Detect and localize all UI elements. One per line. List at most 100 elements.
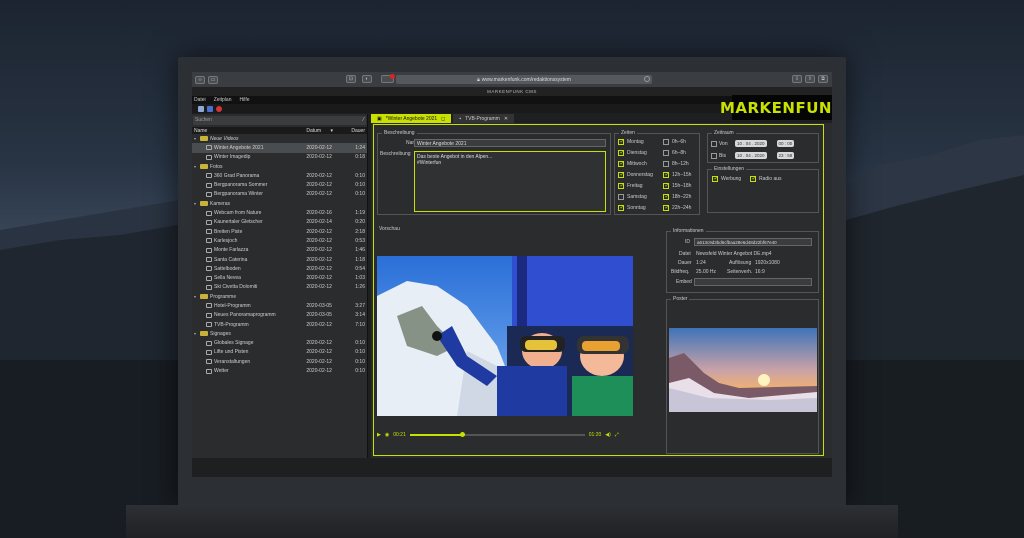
media-row[interactable]: Winter Angebote 2021 2020-02-12 1:24 — [192, 143, 367, 153]
address-bar[interactable]: 🔒︎ www.markenfunk.com/redaktionssystem — [396, 75, 652, 84]
media-row[interactable]: Ski Civetta Dolomiti 2020-02-12 1:26 — [192, 283, 367, 292]
media-row[interactable]: Bergpanorama Sommer 2020-02-12 0:10 — [192, 180, 367, 189]
folder-row[interactable]: ▾ Programme — [192, 292, 367, 301]
radio-off-checkbox[interactable]: Radio aus — [750, 175, 782, 182]
tab-tvb-programm[interactable]: ▪ TVB-Programm ✕ — [453, 114, 515, 123]
ads-checkbox[interactable]: Werbung — [712, 175, 741, 182]
tab-winter-angebote[interactable]: ▣ *Winter Angebote 2021 ◻ — [371, 114, 452, 123]
slot-checkbox[interactable]: 12h–15h — [663, 171, 691, 178]
day-checkbox[interactable]: Donnerstag — [618, 171, 653, 178]
fullscreen-icon[interactable]: ⤢ — [615, 432, 619, 438]
expand-icon[interactable]: ▾ — [194, 201, 198, 206]
day-checkbox[interactable]: Montag — [618, 138, 644, 145]
menu-help[interactable]: Hilfe — [239, 97, 249, 103]
clear-search-icon[interactable]: ⁄ — [363, 116, 364, 125]
to-time-field[interactable]: 23 : 59 — [776, 152, 795, 159]
media-row[interactable]: Santa Caterina 2020-02-12 1:18 — [192, 255, 367, 264]
back-forward-icon[interactable]: ‹› — [195, 75, 205, 84]
day-checkbox[interactable]: Dienstag — [618, 149, 647, 156]
save-icon[interactable] — [198, 105, 204, 112]
media-row[interactable]: Kaunertaler Gletscher 2020-02-14 0:20 — [192, 218, 367, 227]
id-label: ID — [685, 239, 690, 245]
share-icon[interactable]: ⊡ — [346, 75, 356, 83]
close-icon[interactable]: ✕ — [504, 116, 508, 122]
search-input[interactable]: Suchen ⁄ — [193, 116, 366, 125]
media-row[interactable]: Lifte und Pisten 2020-02-12 0:10 — [192, 348, 367, 357]
row-date: 2020-02-12 — [306, 228, 332, 235]
description-textarea[interactable]: Das beste Angebot in den Alpen... #Winte… — [414, 151, 606, 212]
day-checkbox[interactable]: Freitag — [618, 182, 643, 189]
row-label: Winter Imagedip — [214, 154, 251, 161]
from-checkbox[interactable] — [711, 140, 717, 147]
play-icon[interactable]: ▶ — [377, 432, 381, 438]
media-row[interactable]: Globales Signage 2020-02-12 0:10 — [192, 339, 367, 348]
media-row[interactable]: Winter Imagedip 2020-02-12 0:18 — [192, 153, 367, 162]
day-checkbox[interactable]: Sonntag — [618, 204, 646, 211]
day-checkbox[interactable]: Samstag — [618, 194, 647, 200]
download-icon[interactable]: ⇩ — [792, 75, 802, 83]
expand-icon[interactable]: ▾ — [194, 164, 198, 169]
record-icon[interactable] — [216, 105, 222, 112]
poster-image[interactable] — [669, 328, 817, 412]
expand-icon[interactable]: ▾ — [194, 294, 198, 299]
slot-checkbox[interactable]: 0h–6h — [663, 139, 686, 145]
column-name[interactable]: Name — [192, 128, 306, 134]
media-row[interactable]: Bergpanorama Winter 2020-02-12 0:10 — [192, 190, 367, 199]
monitor-base — [126, 505, 898, 538]
expand-icon[interactable]: ▾ — [194, 136, 198, 141]
media-row[interactable]: Hotel-Programm 2020-03-05 3:27 — [192, 301, 367, 310]
media-row[interactable]: Karlesjoch 2020-02-12 0:53 — [192, 236, 367, 245]
video-preview[interactable] — [377, 256, 633, 416]
upload-icon[interactable]: ⇧ — [805, 75, 815, 83]
open-icon[interactable] — [207, 105, 213, 112]
media-row[interactable]: Breiten Piste 2020-02-12 2:18 — [192, 227, 367, 236]
column-date[interactable]: Datum ▾ — [306, 128, 346, 134]
media-row[interactable]: TVB-Programm 2020-02-12 7:10 — [192, 320, 367, 329]
slot-checkbox[interactable]: 8h–12h — [663, 161, 689, 167]
media-row[interactable]: Monte Farlazza 2020-02-12 1:46 — [192, 246, 367, 255]
media-row[interactable]: Wetter 2020-02-12 0:10 — [192, 366, 367, 375]
folder-row[interactable]: ▾ Signages — [192, 329, 367, 338]
row-label: Webcam from Nature — [214, 210, 262, 217]
tabs-overview-icon[interactable]: ⧉ — [818, 75, 828, 83]
row-duration: 0:10 — [355, 191, 365, 198]
folder-row[interactable]: ▾ Neue Videos — [192, 134, 367, 143]
media-row[interactable]: 360 Grad Panorama 2020-02-12 0:10 — [192, 171, 367, 180]
fps-value: 25.00 Hz — [696, 269, 717, 275]
media-row[interactable]: Sella Nevea 2020-02-12 1:03 — [192, 273, 367, 282]
row-date: 2020-02-12 — [306, 349, 332, 356]
day-checkbox[interactable]: Mittwoch — [618, 160, 647, 167]
expand-icon[interactable]: ▾ — [194, 331, 198, 336]
folder-row[interactable]: ▾ Fotos — [192, 162, 367, 171]
media-row[interactable]: Sattelboden 2020-02-12 0:54 — [192, 264, 367, 273]
slot-checkbox[interactable]: 18h–22h — [663, 193, 691, 200]
menu-schedule[interactable]: Zeitplan — [214, 97, 232, 103]
tab-pin-icon[interactable]: ◻ — [441, 116, 445, 122]
volume-icon[interactable]: ◀) — [605, 432, 611, 438]
reload-icon[interactable] — [644, 76, 650, 82]
folder-row[interactable]: ▾ Kameras — [192, 199, 367, 208]
slot-checkbox[interactable]: 22h–24h — [663, 204, 691, 211]
name-field[interactable]: Winter Angebote 2021 — [414, 139, 606, 147]
from-date-field[interactable]: 10 . 04 . 2020 — [735, 140, 767, 147]
description-group: Beschreibung Name Winter Angebote 2021 B… — [377, 130, 611, 215]
seek-handle[interactable] — [460, 432, 466, 437]
loop-icon[interactable]: ◉ — [385, 432, 389, 438]
slot-checkbox[interactable]: 15h–18h — [663, 182, 691, 189]
to-date-field[interactable]: 10 . 04 . 2020 — [735, 152, 767, 159]
id-field[interactable]: a613c9d3bd6cfbaa28e6d48d22bf67e40 — [694, 238, 812, 246]
sidebar-toggle-icon[interactable]: ▭ — [208, 75, 218, 84]
media-row[interactable]: Neues Panoramaprogramm 2020-03-05 3:14 — [192, 311, 367, 320]
privacy-icon[interactable]: ◐ — [362, 75, 372, 83]
tab-badge[interactable] — [381, 74, 395, 83]
markenfunk-logo: MARKENFUNK — [720, 95, 832, 120]
to-checkbox[interactable] — [711, 152, 717, 159]
media-row[interactable]: Veranstaltungen 2020-02-12 0:10 — [192, 357, 367, 366]
menu-file[interactable]: Datei — [194, 97, 206, 103]
embed-field[interactable] — [694, 278, 812, 286]
from-time-field[interactable]: 00 : 00 — [776, 140, 795, 147]
seek-bar[interactable] — [409, 432, 585, 437]
slot-checkbox[interactable]: 6h–8h — [663, 150, 686, 156]
media-row[interactable]: Webcam from Nature 2020-02-16 1:19 — [192, 208, 367, 217]
column-duration[interactable]: Dauer — [346, 128, 367, 134]
